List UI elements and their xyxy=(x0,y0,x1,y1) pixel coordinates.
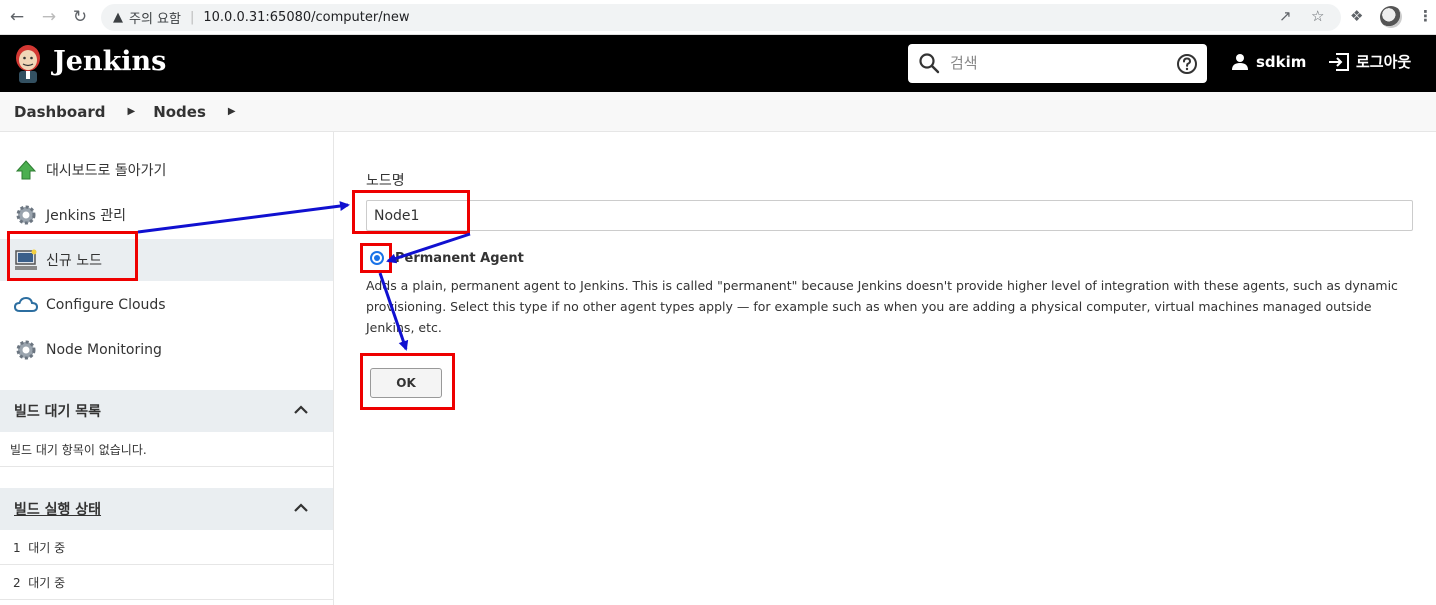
share-icon[interactable]: ↗ xyxy=(1279,7,1292,25)
breadcrumb-dashboard[interactable]: Dashboard xyxy=(14,103,105,121)
address-bar[interactable]: ▲ 주의 요함 | 10.0.0.31:65080/computer/new xyxy=(101,4,1341,31)
logout-label: 로그아웃 xyxy=(1356,53,1412,71)
build-queue-empty-text: 빌드 대기 항목이 없습니다. xyxy=(10,442,147,457)
search-box xyxy=(908,44,1207,83)
address-separator: | xyxy=(189,10,195,25)
sidebar-item-node-monitoring[interactable]: Node Monitoring xyxy=(0,329,333,371)
build-queue-empty: 빌드 대기 항목이 없습니다. xyxy=(0,432,333,467)
profile-avatar[interactable] xyxy=(1380,6,1402,28)
breadcrumb: Dashboard ▶ Nodes ▶ xyxy=(0,92,1436,132)
node-name-input[interactable] xyxy=(366,200,1413,231)
cloud-icon xyxy=(14,293,38,317)
extensions-icon[interactable]: ❖ xyxy=(1350,7,1363,25)
permanent-agent-label[interactable]: Permanent Agent xyxy=(395,251,524,266)
breadcrumb-nodes[interactable]: Nodes xyxy=(153,103,206,121)
ok-button[interactable]: OK xyxy=(370,368,442,398)
forward-icon[interactable]: → xyxy=(37,5,61,29)
user-menu[interactable]: sdkim xyxy=(1231,53,1306,71)
gear-icon xyxy=(14,338,38,362)
user-icon xyxy=(1232,54,1248,70)
logout-link[interactable]: 로그아웃 xyxy=(1328,51,1411,72)
menu-kebab-icon[interactable]: ⋮ xyxy=(1418,7,1433,25)
search-input[interactable] xyxy=(950,52,1160,74)
build-queue-title: 빌드 대기 목록 xyxy=(14,404,102,420)
sidebar-item-label: Jenkins 관리 xyxy=(46,208,126,224)
executor-row: 2 대기 중 xyxy=(0,565,333,600)
app-title[interactable]: Jenkins xyxy=(53,46,166,77)
sidebar-item-label: 대시보드로 돌아가기 xyxy=(46,163,167,179)
sidebar-item-configure-clouds[interactable]: Configure Clouds xyxy=(0,284,333,326)
search-icon xyxy=(919,53,940,74)
breadcrumb-chevron-icon[interactable]: ▶ xyxy=(228,106,236,117)
breadcrumb-chevron-icon[interactable]: ▶ xyxy=(127,106,135,117)
username: sdkim xyxy=(1256,53,1307,71)
node-name-label: 노드명 xyxy=(366,173,405,189)
build-queue-header[interactable]: 빌드 대기 목록 xyxy=(0,390,333,432)
executor-row-text: 2 대기 중 xyxy=(13,575,66,590)
logout-icon xyxy=(1329,52,1349,71)
up-arrow-icon xyxy=(14,158,38,182)
chevron-up-icon[interactable] xyxy=(293,500,309,516)
browser-toolbar: ← → ↻ ▲ 주의 요함 | 10.0.0.31:65080/computer… xyxy=(0,0,1436,35)
jenkins-logo-icon[interactable] xyxy=(12,43,44,83)
back-icon[interactable]: ← xyxy=(5,5,29,29)
executor-row-text: 1 대기 중 xyxy=(13,540,66,555)
chevron-up-icon[interactable] xyxy=(293,402,309,418)
sidebar-item-label: Node Monitoring xyxy=(46,342,162,358)
executor-status-title[interactable]: 빌드 실행 상태 xyxy=(14,499,101,519)
permanent-agent-description: Adds a plain, permanent agent to Jenkins… xyxy=(366,278,1398,335)
computer-icon xyxy=(14,248,38,272)
sidebar-item-back-to-dashboard[interactable]: 대시보드로 돌아가기 xyxy=(0,149,333,191)
help-icon[interactable] xyxy=(1176,53,1198,75)
warning-icon: ▲ xyxy=(113,10,123,25)
sidebar: 대시보드로 돌아가기 Jenkins 관리 신규 노드 Configure Cl… xyxy=(0,132,334,605)
sidebar-item-label: 신규 노드 xyxy=(46,253,102,269)
sidebar-item-new-node[interactable]: 신규 노드 xyxy=(0,239,333,281)
security-label: 주의 요함 xyxy=(129,12,181,27)
jenkins-header: Jenkins sdkim 로그아웃 xyxy=(0,35,1436,92)
sidebar-item-manage-jenkins[interactable]: Jenkins 관리 xyxy=(0,194,333,236)
gear-icon xyxy=(14,203,38,227)
reload-icon[interactable]: ↻ xyxy=(68,5,92,29)
bookmark-star-icon[interactable]: ☆ xyxy=(1311,7,1324,25)
executor-row: 1 대기 중 xyxy=(0,530,333,565)
sidebar-item-label: Configure Clouds xyxy=(46,297,166,313)
url-text: 10.0.0.31:65080/computer/new xyxy=(203,10,410,25)
executor-status-header[interactable]: 빌드 실행 상태 xyxy=(0,488,333,530)
permanent-agent-radio[interactable] xyxy=(370,251,384,265)
